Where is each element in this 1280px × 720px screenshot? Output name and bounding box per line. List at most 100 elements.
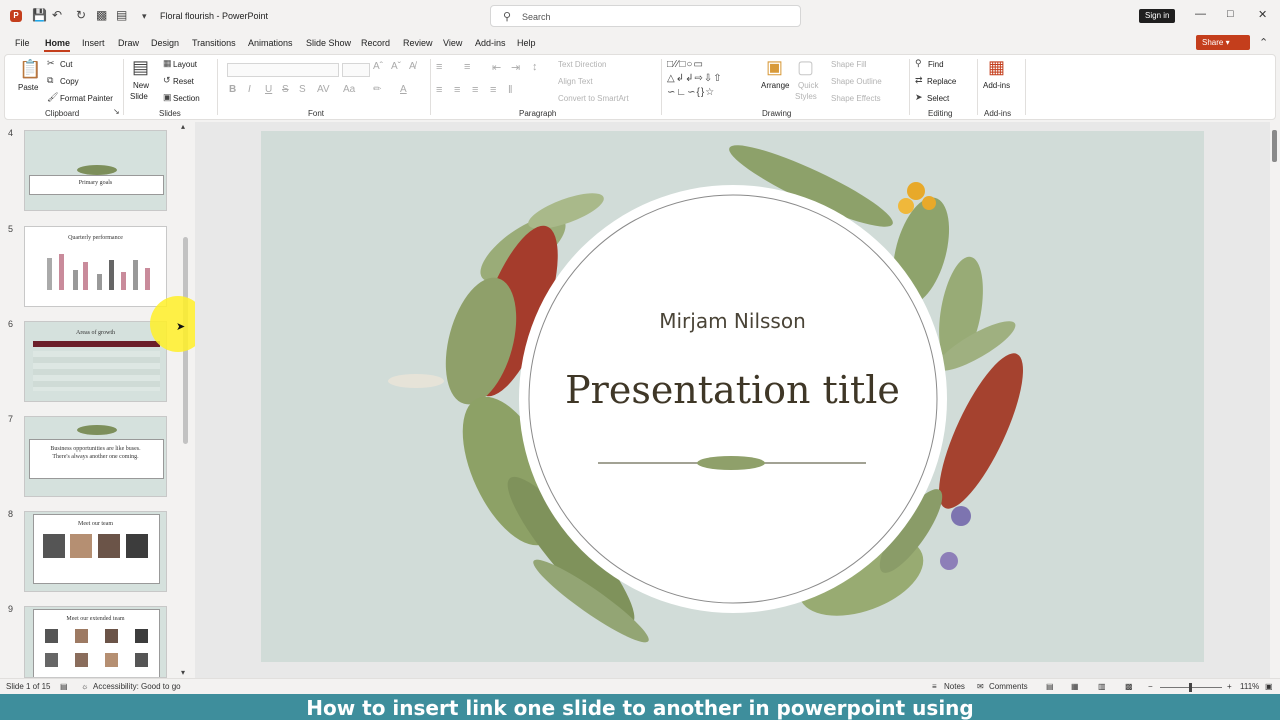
numbering-icon[interactable]: ≡ [464, 61, 470, 73]
redo-icon[interactable]: ↻ [76, 8, 86, 22]
zoom-out-icon[interactable]: − [1148, 682, 1153, 691]
shape-fill-button[interactable]: Shape Fill [831, 60, 867, 69]
text-direction-button[interactable]: Text Direction [558, 60, 606, 69]
tab-transitions[interactable]: Transitions [192, 38, 236, 48]
share-button[interactable]: Share ▾ [1196, 35, 1250, 50]
tab-animations[interactable]: Animations [248, 38, 293, 48]
fit-to-window-icon[interactable]: ▣ [1265, 682, 1273, 691]
underline-icon[interactable]: U [265, 84, 272, 95]
font-color-icon[interactable]: A [400, 84, 407, 95]
italic-icon[interactable]: I [248, 84, 251, 95]
tab-draw[interactable]: Draw [118, 38, 139, 48]
increase-font-icon[interactable]: Aˆ [373, 61, 383, 72]
scroll-up-icon[interactable]: ▴ [181, 122, 185, 131]
notes-button[interactable]: Notes [944, 682, 965, 691]
paste-icon[interactable]: 📋 [19, 59, 41, 80]
layout-button[interactable]: Layout [173, 60, 197, 69]
zoom-slider-knob[interactable] [1189, 683, 1192, 692]
clipboard-launcher-icon[interactable]: ↘ [113, 107, 120, 116]
slideshow-view-icon[interactable]: ▩ [1125, 682, 1133, 691]
copy-button[interactable]: Copy [60, 77, 79, 86]
new-slide-label-2[interactable]: Slide [130, 92, 148, 101]
character-spacing-icon[interactable]: AV [317, 84, 330, 95]
add-ins-button[interactable]: Add-ins [983, 81, 1010, 90]
slide-scrollbar[interactable] [1270, 122, 1280, 678]
section-button[interactable]: Section [173, 94, 200, 103]
bold-icon[interactable]: B [229, 84, 236, 95]
slide-thumbnail-4[interactable]: Primary goals [24, 130, 167, 211]
justify-icon[interactable]: ≡ [490, 84, 496, 96]
convert-smartart-button[interactable]: Convert to SmartArt [558, 94, 629, 103]
presenter-name[interactable]: Mirjam Nilsson [261, 309, 1204, 333]
undo-icon[interactable]: ↶ [52, 8, 62, 22]
columns-icon[interactable]: ‖ [508, 84, 513, 96]
tab-record[interactable]: Record [361, 38, 390, 48]
normal-view-icon[interactable]: ▤ [1046, 682, 1054, 691]
cut-button[interactable]: Cut [60, 60, 72, 69]
arrange-button[interactable]: Arrange [761, 81, 789, 90]
present-icon[interactable]: ▩ [96, 8, 107, 22]
quick-styles-icon[interactable]: ▢ [797, 57, 814, 78]
slide-sorter-icon[interactable]: ▦ [1071, 682, 1079, 691]
minimize-icon[interactable]: — [1195, 8, 1206, 20]
align-left-icon[interactable]: ≡ [436, 84, 442, 96]
slide-thumbnail-6[interactable]: Areas of growth [24, 321, 167, 402]
find-button[interactable]: Find [928, 60, 944, 69]
align-text-button[interactable]: Align Text [558, 77, 593, 86]
replace-button[interactable]: Replace [927, 77, 956, 86]
new-slide-icon[interactable]: ▤ [132, 57, 149, 78]
line-spacing-icon[interactable]: ↕ [532, 61, 538, 73]
strikethrough-icon[interactable]: S [282, 84, 289, 95]
reading-view-icon[interactable]: ▥ [1098, 682, 1106, 691]
add-ins-icon[interactable]: ▦ [988, 57, 1005, 78]
bullets-icon[interactable]: ≡ [436, 61, 442, 73]
font-size-dropdown[interactable] [342, 63, 370, 77]
slide-thumbnail-8[interactable]: Meet our team [24, 511, 167, 592]
quick-styles-label-2[interactable]: Styles [795, 92, 817, 101]
presentation-title[interactable]: Presentation title [261, 368, 1204, 412]
format-painter-button[interactable]: Format Painter [60, 94, 113, 103]
shadow-icon[interactable]: S [299, 84, 306, 95]
shape-effects-button[interactable]: Shape Effects [831, 94, 881, 103]
slide-thumbnail-5[interactable]: Quarterly performance [24, 226, 167, 307]
align-right-icon[interactable]: ≡ [472, 84, 478, 96]
select-button[interactable]: Select [927, 94, 949, 103]
tab-design[interactable]: Design [151, 38, 179, 48]
shapes-gallery-row1[interactable]: □∕∕□○▭ [667, 59, 704, 70]
close-icon[interactable]: ✕ [1258, 8, 1267, 21]
decrease-indent-icon[interactable]: ⇤ [492, 61, 501, 74]
increase-indent-icon[interactable]: ⇥ [511, 61, 520, 74]
change-case-icon[interactable]: Aa [343, 84, 355, 95]
new-slide-label-1[interactable]: New [133, 81, 149, 90]
tab-home[interactable]: Home [45, 38, 70, 48]
spellcheck-icon[interactable]: ▤ [60, 682, 68, 691]
zoom-level[interactable]: 111% [1240, 682, 1259, 691]
reset-button[interactable]: Reset [173, 77, 194, 86]
zoom-in-icon[interactable]: + [1227, 682, 1232, 691]
tab-add-ins[interactable]: Add-ins [475, 38, 506, 48]
slide-thumbnail-7[interactable]: Business opportunities are like buses. T… [24, 416, 167, 497]
customize-qat-icon[interactable]: ▾ [142, 11, 147, 22]
slide-thumbnail-9[interactable]: Meet our extended team [24, 606, 167, 678]
tab-insert[interactable]: Insert [82, 38, 105, 48]
highlight-icon[interactable]: ✏ [373, 84, 381, 95]
sign-in-button[interactable]: Sign in [1139, 9, 1176, 23]
tab-slide-show[interactable]: Slide Show [306, 38, 351, 48]
clear-formatting-icon[interactable]: A̸ [409, 61, 416, 72]
shape-outline-button[interactable]: Shape Outline [831, 77, 882, 86]
accessibility-status[interactable]: Accessibility: Good to go [93, 682, 181, 691]
layout-icon[interactable]: ▤ [116, 8, 127, 22]
shapes-gallery-row2[interactable]: △↲↲⇨⇩⇧ [667, 73, 723, 84]
comments-button[interactable]: Comments [989, 682, 1028, 691]
paste-button[interactable]: Paste [18, 83, 38, 92]
ribbon-collapse-icon[interactable]: ⌃ [1259, 36, 1268, 49]
scroll-down-icon[interactable]: ▾ [181, 668, 185, 677]
tab-help[interactable]: Help [517, 38, 536, 48]
slide-scroll-thumb[interactable] [1272, 130, 1277, 162]
quick-styles-label-1[interactable]: Quick [798, 81, 818, 90]
shapes-gallery-row3[interactable]: ∽∟∽{}☆ [667, 87, 715, 98]
maximize-icon[interactable]: □ [1227, 8, 1234, 20]
decrease-font-icon[interactable]: Aˇ [391, 61, 401, 72]
tab-view[interactable]: View [443, 38, 462, 48]
align-center-icon[interactable]: ≡ [454, 84, 460, 96]
